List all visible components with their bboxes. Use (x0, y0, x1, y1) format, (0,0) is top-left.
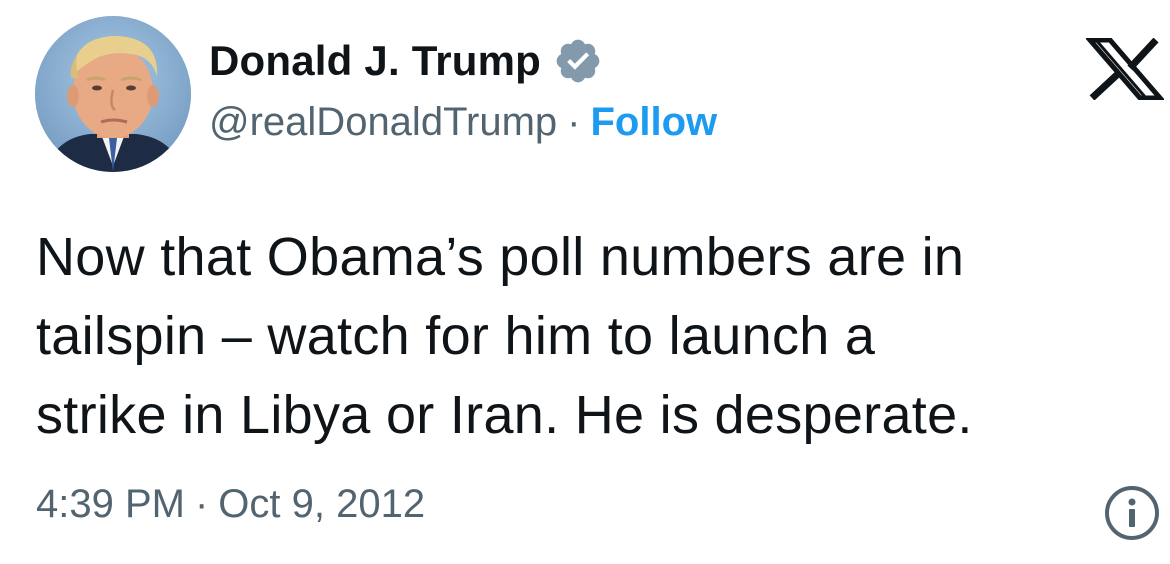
x-logo-icon[interactable] (1084, 37, 1166, 101)
info-circle-icon[interactable] (1103, 484, 1161, 542)
tweet-time[interactable]: 4:39 PM (36, 482, 185, 527)
verified-badge-icon (553, 36, 603, 86)
tweet-timestamp[interactable]: 4:39 PM · Oct 9, 2012 (36, 482, 425, 527)
author-handle-row: @realDonaldTrump · Follow (209, 100, 717, 145)
author-handle[interactable]: @realDonaldTrump (209, 100, 557, 145)
tweet-date[interactable]: Oct 9, 2012 (218, 482, 425, 527)
tweet-body-text: Now that Obama’s poll numbers are in tai… (36, 227, 973, 445)
avatar[interactable] (35, 16, 191, 172)
timestamp-separator: · (194, 482, 209, 526)
author-display-name[interactable]: Donald J. Trump (209, 37, 541, 85)
avatar-portrait-image (35, 16, 191, 172)
tweet-card: Donald J. Trump @realDonaldTrump · Follo… (0, 0, 1170, 564)
author-name-row: Donald J. Trump (209, 36, 603, 86)
handle-separator: · (567, 100, 581, 144)
follow-button[interactable]: Follow (590, 100, 717, 145)
